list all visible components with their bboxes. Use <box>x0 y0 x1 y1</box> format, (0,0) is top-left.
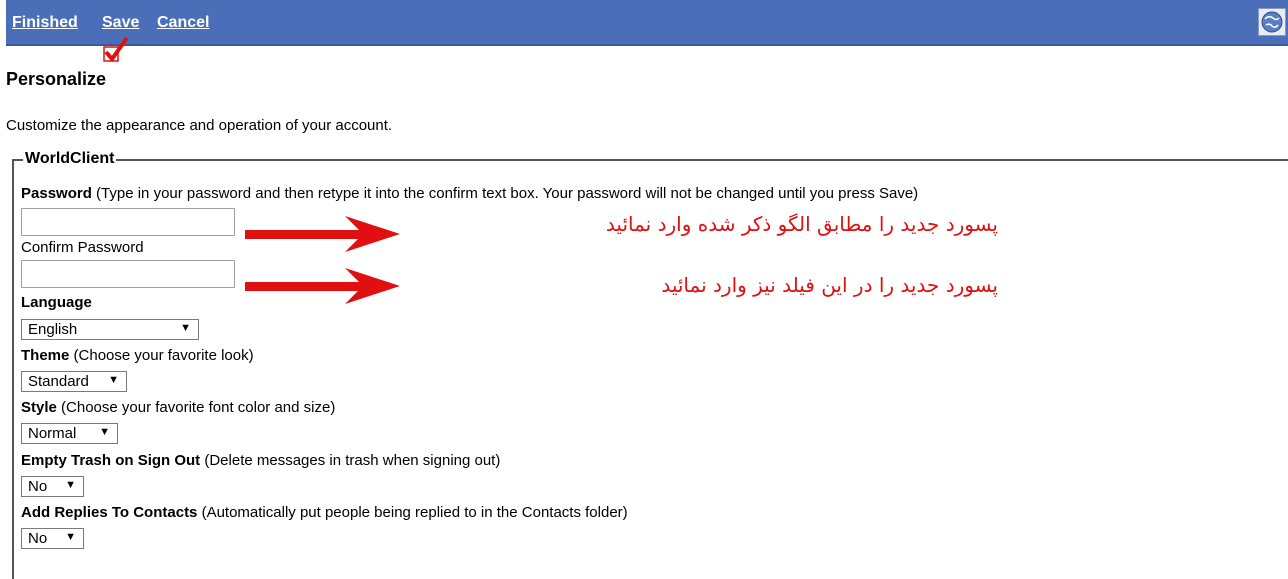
style-label: Style <box>21 399 57 416</box>
style-select[interactable]: Normal ▼ <box>21 423 118 444</box>
add-replies-label-row: Add Replies To Contacts (Automatically p… <box>21 504 628 521</box>
add-replies-selected: No <box>28 530 48 547</box>
globe-icon[interactable] <box>1258 8 1286 36</box>
language-label-row: Language <box>21 294 92 311</box>
dropdown-arrow-icon: ▼ <box>99 426 110 438</box>
save-link[interactable]: Save <box>102 14 139 32</box>
password-label-row: Password (Type in your password and then… <box>21 185 918 202</box>
empty-trash-select[interactable]: No ▼ <box>21 476 84 497</box>
fieldset-legend: WorldClient <box>23 150 117 168</box>
finished-link[interactable]: Finished <box>12 14 78 32</box>
empty-trash-hint: (Delete messages in trash when signing o… <box>204 452 501 469</box>
dropdown-arrow-icon: ▼ <box>180 322 191 334</box>
page-description: Customize the appearance and operation o… <box>6 117 393 134</box>
theme-selected: Standard <box>28 373 89 390</box>
language-label: Language <box>21 294 92 311</box>
language-select[interactable]: English ▼ <box>21 319 199 340</box>
add-replies-hint: (Automatically put people being replied … <box>201 504 628 521</box>
arrow-right-icon <box>245 268 400 304</box>
theme-select[interactable]: Standard ▼ <box>21 371 127 392</box>
password-input[interactable] <box>21 208 235 236</box>
confirm-password-input[interactable] <box>21 260 235 288</box>
theme-hint: (Choose your favorite look) <box>73 347 254 364</box>
language-selected: English <box>28 321 78 338</box>
checkmark-icon <box>103 36 129 62</box>
theme-label-row: Theme (Choose your favorite look) <box>21 347 254 364</box>
cancel-link[interactable]: Cancel <box>157 14 209 32</box>
confirm-annotation: پسورد جدید را در این فیلد نیز وارد نمائی… <box>661 273 998 297</box>
page-title: Personalize <box>6 69 107 89</box>
add-replies-label: Add Replies To Contacts <box>21 504 198 521</box>
toolbar: Finished Save Cancel <box>6 0 1288 46</box>
style-label-row: Style (Choose your favorite font color a… <box>21 399 335 416</box>
dropdown-arrow-icon: ▼ <box>65 479 76 491</box>
empty-trash-label-row: Empty Trash on Sign Out (Delete messages… <box>21 452 500 469</box>
arrow-right-icon <box>245 216 400 252</box>
theme-label: Theme <box>21 347 70 364</box>
style-selected: Normal <box>28 425 77 442</box>
password-hint: (Type in your password and then retype i… <box>96 185 919 202</box>
empty-trash-label: Empty Trash on Sign Out <box>21 452 201 469</box>
empty-trash-selected: No <box>28 478 48 495</box>
add-replies-select[interactable]: No ▼ <box>21 528 84 549</box>
confirm-password-label: Confirm Password <box>21 239 144 256</box>
dropdown-arrow-icon: ▼ <box>108 374 119 386</box>
style-hint: (Choose your favorite font color and siz… <box>61 399 336 416</box>
password-label: Password <box>21 185 92 202</box>
dropdown-arrow-icon: ▼ <box>65 531 76 543</box>
password-annotation: پسورد جدید را مطابق الگو ذکر شده وارد نم… <box>605 212 998 236</box>
